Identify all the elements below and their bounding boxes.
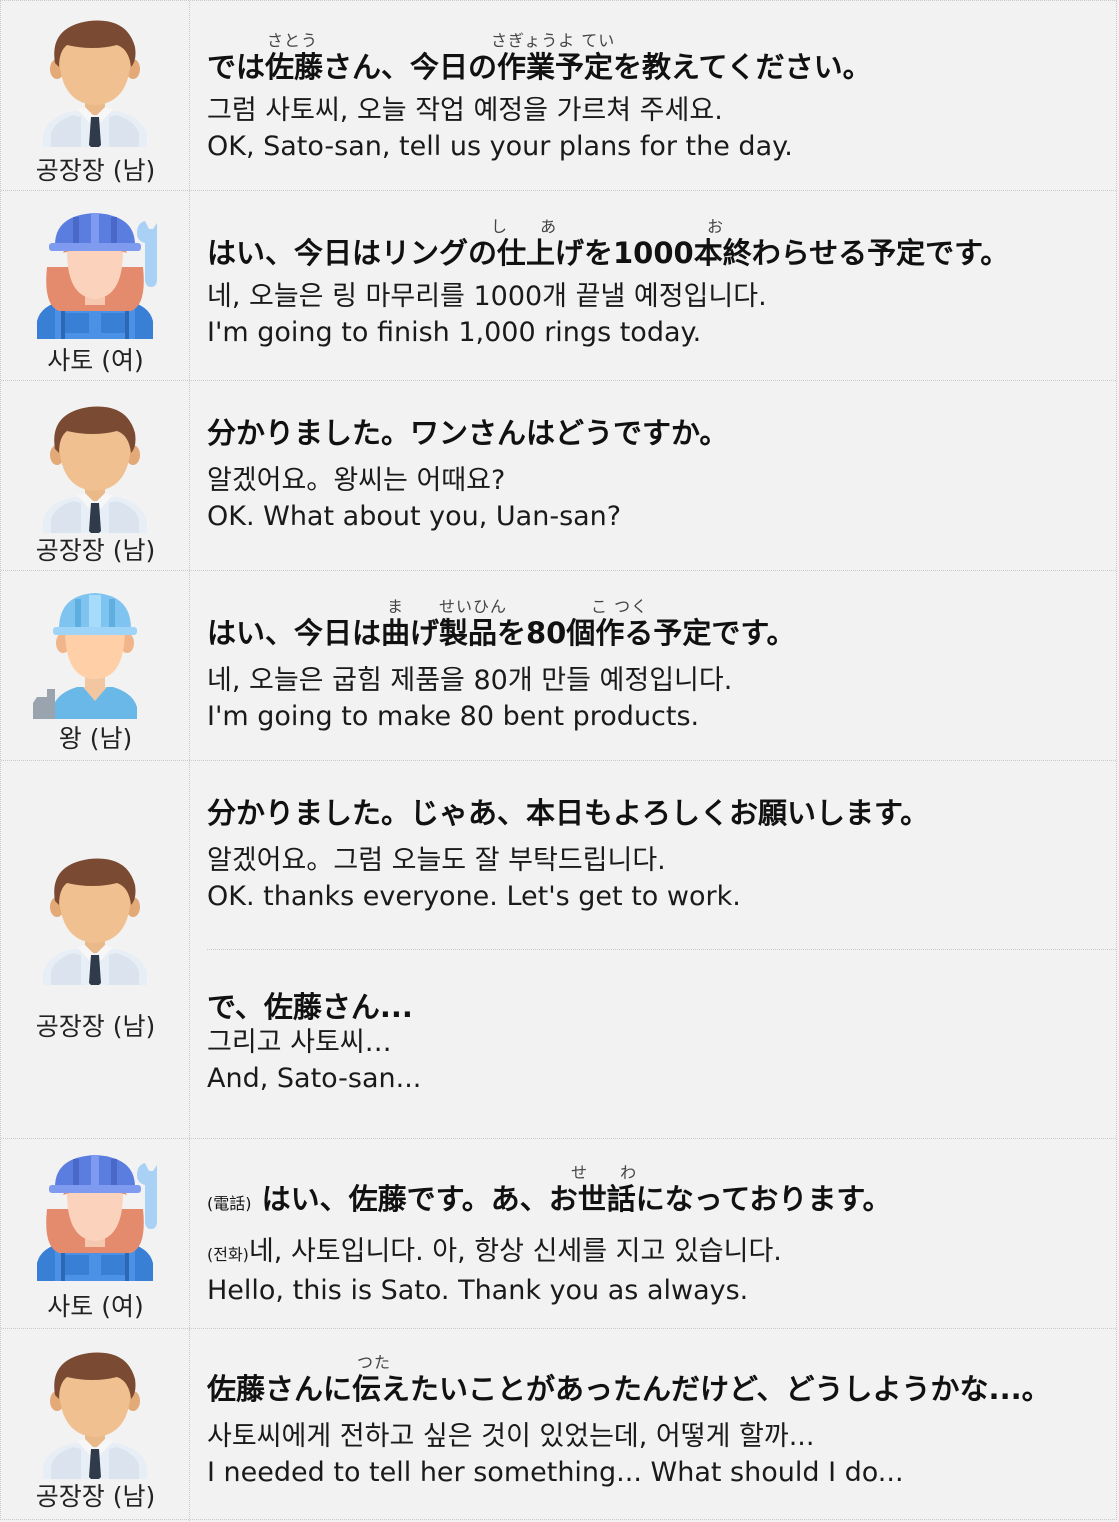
japanese-line: はい、今日は曲げ製品を80個作る予定です。 [207,616,796,650]
phone-tag: (電話) [207,1194,252,1213]
speaker-cell: 왕 (남) [1,571,190,760]
furigana: せいひん [439,597,508,616]
english-line: Hello, this is Sato. Thank you as always… [207,1275,749,1306]
manager-avatar [33,1349,157,1479]
dialogue-row: 사토 (여) し あ お はい、今日はリングの仕上げを1000本終わらせる予定で… [1,191,1116,381]
phone-tag: (전화) [207,1245,249,1264]
japanese-line: はい、今日はリングの仕上げを1000本終わらせる予定です。 [207,236,1010,270]
dialogue-body: つた 佐藤さんに伝えたいことがあったんだけど、どうしようかな...。 사토씨에게… [207,1329,1106,1521]
japanese-line: (電話) はい、佐藤です。あ、お世話になっております。 [207,1181,1106,1222]
furigana-line: つた [207,1349,1106,1372]
korean-line: 네, 오늘은 링 마무리를 1000개 끝낼 예정입니다. [207,281,767,312]
furigana: せ わ [571,1163,651,1182]
korean-line: (전화)네, 사토입니다. 아, 항상 신세를 지고 있습니다. [207,1234,1106,1273]
dialogue-body: 分かりました。ワンさんはどうですか。 알겠어요。왕씨는 어때요? OK. Wha… [207,381,1106,570]
furigana-line: さとう さぎょうよ てい [207,27,1106,50]
speaker-name: 공장장 (남) [35,536,156,565]
korean-text: 네, 사토입니다. 아, 항상 신세를 지고 있습니다. [248,1236,782,1267]
speaker-name: 공장장 (남) [35,1012,156,1041]
english-line: I'm going to finish 1,000 rings today. [207,317,702,348]
english-line: I needed to tell her something... What s… [207,1457,904,1488]
dialogue-row: 왕 (남) ま せいひん こ つく はい、今日は曲げ製品を80個作る予定です。 … [1,571,1116,761]
furigana-line: せ わ [207,1159,1106,1182]
speaker-cell: 사토 (여) [1,1139,190,1328]
dialogue-body: さとう さぎょうよ てい では佐藤さん、今日の作業予定を教えてください。 그럼 … [207,1,1106,190]
english-line: OK. What about you, Uan-san? [207,501,622,532]
furigana: し あ [491,217,571,236]
dialogue-row: 공장장 (남) 分かりました。じゃあ、本日もよろしくお願いします。 알겠어요。그… [1,761,1116,1139]
korean-line: 알겠어요。그럼 오늘도 잘 부탁드립니다. [207,845,666,876]
furigana: こ つく [591,597,649,616]
female-worker-avatar [33,1151,157,1281]
furigana-line: し あ お [207,213,1106,236]
english-line: I'm going to make 80 bent products. [207,701,700,732]
speaker-cell: 공장장 (남) [1,761,190,1138]
speaker-cell: 공장장 (남) [1,381,190,570]
speaker-cell: 공장장 (남) [1,1,190,190]
dialogue-body: 分かりました。じゃあ、本日もよろしくお願いします。 알겠어요。그럼 오늘도 잘 … [207,761,1116,1138]
speaker-name: 공장장 (남) [35,1482,156,1511]
furigana: ま [387,597,405,616]
korean-line: 그럼 사토씨, 오늘 작업 예정을 가르쳐 주세요. [207,95,723,126]
female-worker-avatar [33,209,157,339]
korean-line: 사토씨에게 전하고 싶은 것이 있었는데, 어떻게 할까... [207,1421,815,1452]
manager-avatar [33,17,157,147]
dialogue-body: し あ お はい、今日はリングの仕上げを1000本終わらせる予定です。 네, 오… [207,191,1106,380]
speaker-cell: 사토 (여) [1,191,190,380]
japanese-line: 分かりました。じゃあ、本日もよろしくお願いします。 [207,796,930,830]
furigana: さぎょうよ てい [491,31,616,50]
english-line: And, Sato-san... [207,1063,422,1094]
furigana: お [707,217,725,236]
speaker-cell: 공장장 (남) [1,1329,190,1521]
furigana: つた [357,1353,392,1372]
english-line: OK, Sato-san, tell us your plans for the… [207,131,793,162]
dialogue-row: 공장장 (남) さとう さぎょうよ てい では佐藤さん、今日の作業予定を教えてく… [1,1,1116,191]
speaker-name: 공장장 (남) [35,156,156,185]
korean-line: 알겠어요。왕씨는 어때요? [207,465,506,496]
dialogue-row: 사토 (여) せ わ (電話) はい、佐藤です。あ、お世話になっております。 (… [1,1139,1116,1329]
manager-avatar [33,855,157,985]
manager-avatar [33,403,157,533]
dialogue-body: ま せいひん こ つく はい、今日は曲げ製品を80個作る予定です。 네, 오늘은… [207,571,1106,760]
korean-line: 네, 오늘은 굽힘 제품을 80개 만들 예정입니다. [207,665,733,696]
speaker-name: 사토 (여) [47,346,144,375]
speaker-name: 사토 (여) [47,1292,144,1321]
speaker-name: 왕 (남) [58,724,133,753]
dialogue-sheet: 공장장 (남) さとう さぎょうよ てい では佐藤さん、今日の作業予定を教えてく… [0,0,1117,1521]
japanese-line: では佐藤さん、今日の作業予定を教えてください。 [207,50,872,84]
furigana-line: ま せいひん こ つく [207,593,1106,616]
dialogue-row: 공장장 (남) つた 佐藤さんに伝えたいことがあったんだけど、どうしようかな..… [1,1329,1116,1521]
japanese-text: はい、佐藤です。あ、お世話になっております。 [261,1182,892,1216]
male-worker-avatar [33,589,157,719]
dialogue-body: せ わ (電話) はい、佐藤です。あ、お世話になっております。 (전화)네, 사… [207,1139,1106,1328]
english-line: OK. thanks everyone. Let's get to work. [207,881,741,912]
message-divider [207,949,1116,950]
korean-line: 그리고 사토씨… [207,1027,392,1058]
japanese-line: で、佐藤さん... [207,990,413,1024]
japanese-line: 分かりました。ワンさんはどうですか。 [207,416,729,450]
japanese-line: 佐藤さんに伝えたいことがあったんだけど、どうしようかな...。 [207,1372,1051,1406]
dialogue-row: 공장장 (남) 分かりました。ワンさんはどうですか。 알겠어요。왕씨는 어때요?… [1,381,1116,571]
furigana: さとう [267,31,319,50]
